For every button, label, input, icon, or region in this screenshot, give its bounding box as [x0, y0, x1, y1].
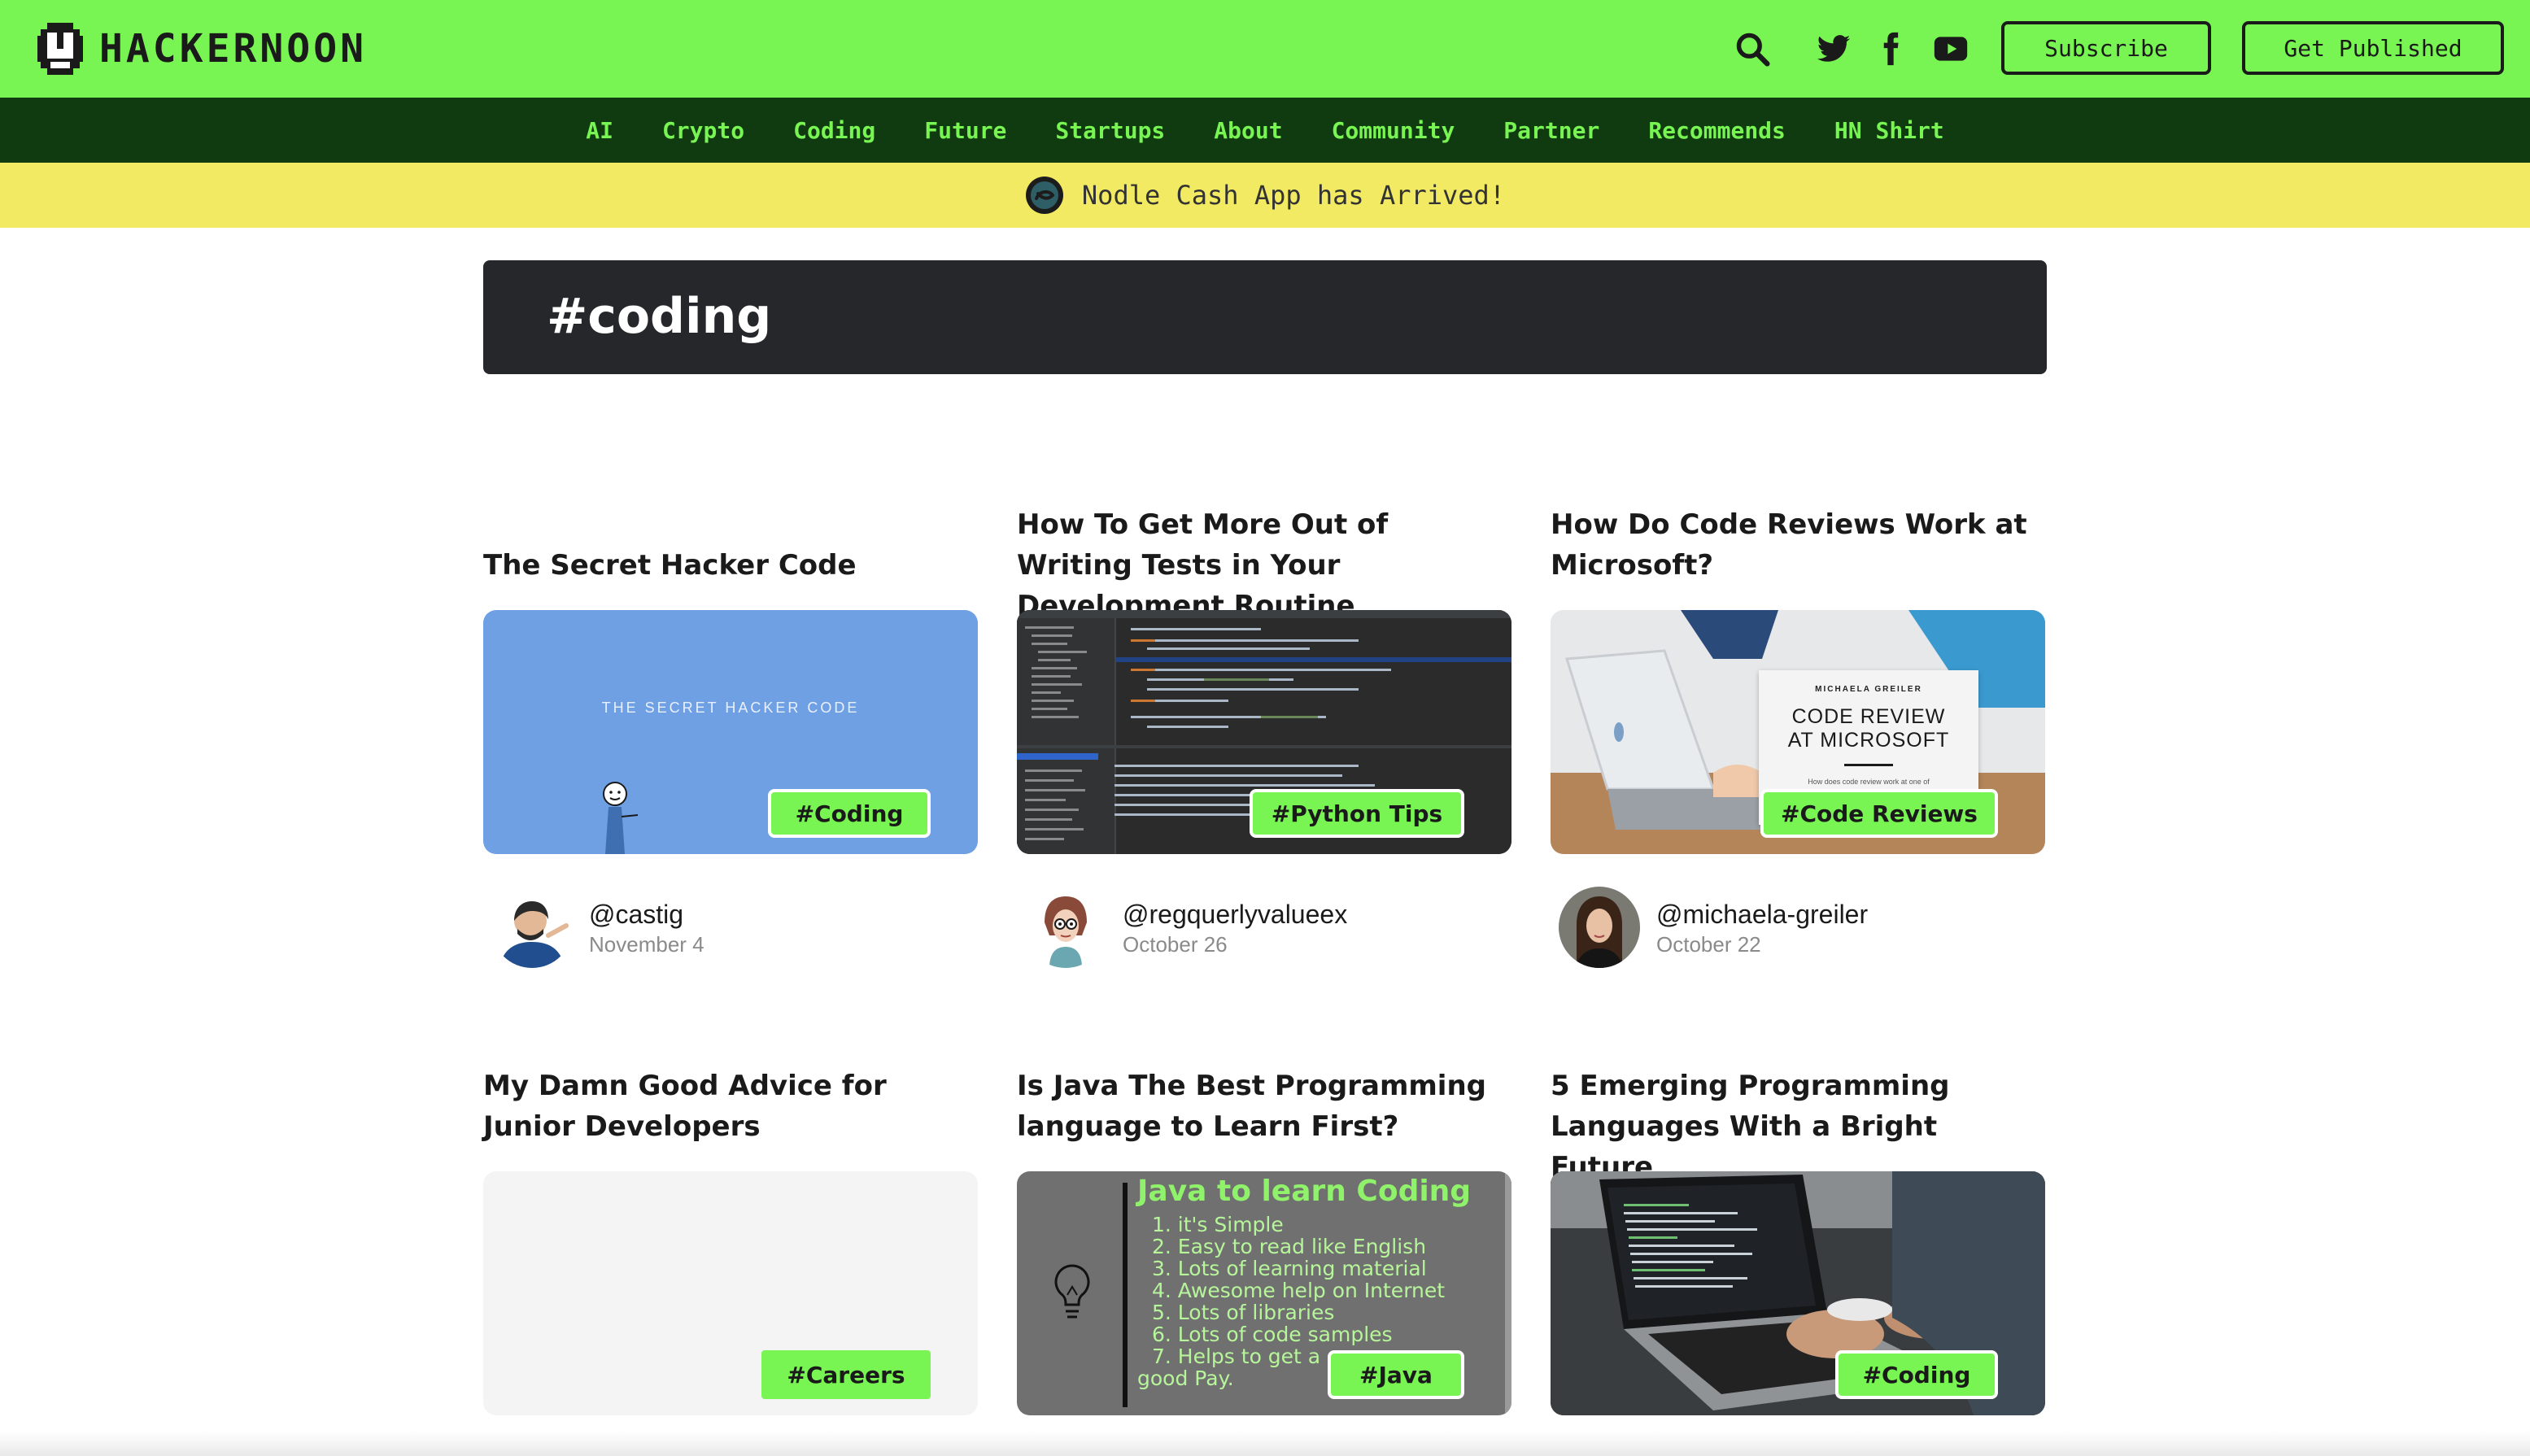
article-title[interactable]: The Secret Hacker Code: [483, 545, 978, 586]
search-icon[interactable]: [1734, 31, 1770, 67]
nav-item-future[interactable]: Future: [924, 117, 1006, 144]
lightbulb-icon: [1054, 1264, 1090, 1319]
announcement-banner[interactable]: Nodle Cash App has Arrived!: [0, 163, 2530, 228]
tag-badge[interactable]: #Coding: [1835, 1350, 1998, 1399]
article-card[interactable]: 5 Emerging Programming Languages With a …: [1551, 1057, 2045, 1432]
divider: [1123, 1183, 1128, 1407]
article-image[interactable]: #Careers: [483, 1171, 978, 1415]
nav-item-crypto[interactable]: Crypto: [662, 117, 744, 144]
hackernoon-logo-icon: [37, 23, 83, 75]
nav-item-about[interactable]: About: [1214, 117, 1282, 144]
author-handle[interactable]: @castig: [589, 900, 683, 930]
divider: [1844, 764, 1893, 766]
image-heading: Java to learn Coding: [1137, 1175, 1472, 1208]
avatar[interactable]: [491, 887, 573, 968]
article-title[interactable]: 5 Emerging Programming Languages With a …: [1551, 1066, 2045, 1188]
publish-date: November 4: [589, 932, 704, 957]
nav-item-partner[interactable]: Partner: [1503, 117, 1599, 144]
article-card[interactable]: Is Java The Best Programming language to…: [1017, 1057, 1511, 1432]
bottom-shadow: [0, 1432, 2530, 1456]
author-row: @castig November 4: [483, 887, 978, 976]
subscribe-button[interactable]: Subscribe: [2001, 21, 2211, 75]
nav-item-coding[interactable]: Coding: [793, 117, 875, 144]
author-row: @regquerlyvalueex October 26: [1017, 887, 1511, 976]
article-image[interactable]: MICHAELA GREILER CODE REVIEW AT MICROSOF…: [1551, 610, 2045, 854]
image-list-item: 1. it's Simple: [1152, 1213, 1284, 1236]
top-bar: HACKERNOON Subscribe Get Published: [0, 0, 2530, 98]
book-subtitle: How does code review work at one of: [1808, 778, 1930, 786]
announcement-text: Nodle Cash App has Arrived!: [1081, 180, 1506, 211]
article-image[interactable]: #Coding: [1551, 1171, 2045, 1415]
image-list-item: 2. Easy to read like English: [1152, 1235, 1427, 1258]
logo-text: HACKERNOON: [99, 26, 367, 72]
image-edge: [1505, 1171, 1511, 1415]
article-title[interactable]: My Damn Good Advice for Junior Developer…: [483, 1066, 978, 1147]
book-kicker: MICHAELA GREILER: [1815, 685, 1922, 694]
tag-badge[interactable]: #Code Reviews: [1760, 789, 1998, 838]
tag-badge[interactable]: #Java: [1328, 1350, 1464, 1399]
article-image[interactable]: THE SECRET HACKER CODE #Coding: [483, 610, 978, 854]
article-title[interactable]: How Do Code Reviews Work at Microsoft?: [1551, 504, 2045, 586]
article-card[interactable]: How Do Code Reviews Work at Microsoft? M…: [1551, 496, 2045, 976]
nav-item-recommends[interactable]: Recommends: [1648, 117, 1786, 144]
tag-title: #coding: [547, 288, 772, 345]
publish-date: October 26: [1123, 932, 1228, 957]
facebook-icon[interactable]: [1873, 31, 1908, 67]
article-card[interactable]: The Secret Hacker Code THE SECRET HACKER…: [483, 496, 978, 976]
author-handle[interactable]: @michaela-greiler: [1656, 900, 1868, 930]
nav-item-community[interactable]: Community: [1332, 117, 1455, 144]
article-card[interactable]: How To Get More Out of Writing Tests in …: [1017, 496, 1511, 976]
tag-header: #coding: [483, 260, 2047, 374]
author-handle[interactable]: @regquerlyvalueex: [1123, 900, 1347, 930]
book-title-line1: CODE REVIEW: [1791, 705, 1946, 728]
article-title[interactable]: Is Java The Best Programming language to…: [1017, 1066, 1511, 1147]
youtube-icon[interactable]: [1933, 31, 1969, 67]
article-image[interactable]: Java to learn Coding 1. it's Simple 2. E…: [1017, 1171, 1511, 1415]
article-card[interactable]: My Damn Good Advice for Junior Developer…: [483, 1057, 978, 1432]
author-row: @michaela-greiler October 22: [1551, 887, 2045, 976]
tag-badge[interactable]: #Careers: [761, 1350, 931, 1399]
stick-figure-illustration: [603, 782, 639, 854]
nav-item-hn-shirt[interactable]: HN Shirt: [1834, 117, 1944, 144]
avatar[interactable]: [1559, 887, 1640, 968]
nodle-logo-icon: [1025, 177, 1063, 214]
image-list-item: 5. Lots of libraries: [1152, 1301, 1335, 1324]
publish-date: October 22: [1656, 932, 1761, 957]
image-list-item: 3. Lots of learning material: [1152, 1257, 1427, 1280]
book-title-line2: AT MICROSOFT: [1787, 729, 1950, 752]
article-image[interactable]: #Python Tips: [1017, 610, 1511, 854]
nav-item-startups[interactable]: Startups: [1055, 117, 1165, 144]
tag-badge[interactable]: #Python Tips: [1250, 789, 1464, 838]
twitter-icon[interactable]: [1816, 31, 1852, 67]
image-list-item: 6. Lots of code samples: [1152, 1323, 1393, 1346]
image-list-item: 4. Awesome help on Internet: [1152, 1279, 1446, 1302]
avatar[interactable]: [1025, 887, 1106, 968]
logo[interactable]: HACKERNOON: [37, 18, 367, 80]
tag-badge[interactable]: #Coding: [768, 789, 931, 838]
get-published-button[interactable]: Get Published: [2242, 21, 2504, 75]
article-title[interactable]: How To Get More Out of Writing Tests in …: [1017, 504, 1511, 626]
nav-bar: AI Crypto Coding Future Startups About C…: [0, 98, 2530, 163]
nav-list: AI Crypto Coding Future Startups About C…: [0, 98, 2530, 163]
nav-item-ai[interactable]: AI: [586, 117, 613, 144]
image-caption: THE SECRET HACKER CODE: [601, 700, 860, 716]
